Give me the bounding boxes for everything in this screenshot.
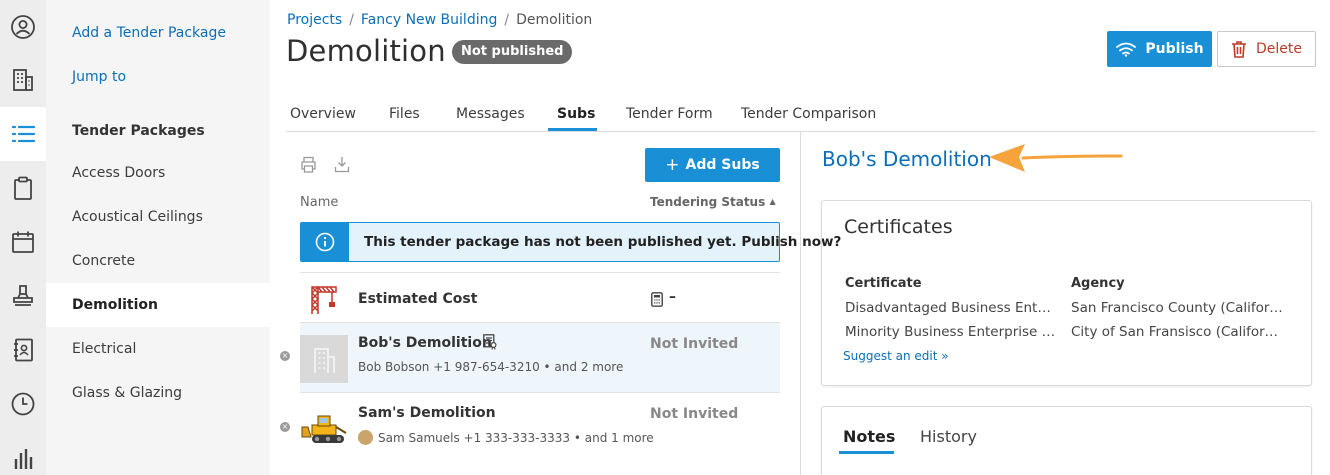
certificate-name: Minority Business Enterprise (MBE) (845, 324, 1059, 340)
sub-contact: Bob Bobson +1 987-654-3210 • and 2 more (358, 360, 624, 374)
print-icon[interactable] (300, 156, 317, 173)
building-icon (314, 348, 335, 373)
info-icon (301, 223, 349, 261)
certificate-agency: San Francisco County (California) (1071, 300, 1285, 316)
user-circle-icon[interactable] (0, 0, 46, 54)
agency-column-header: Agency (1071, 276, 1125, 291)
sidebar-item-access-doors[interactable]: Access Doors (46, 151, 270, 195)
tab-tender-form[interactable]: Tender Form (626, 106, 713, 122)
sub-name[interactable]: Sam's Demolition (358, 405, 496, 421)
trash-icon (1232, 41, 1246, 58)
certificate-column-header: Certificate (845, 276, 922, 291)
estimated-cost-row: Estimated Cost – (300, 272, 780, 322)
breadcrumb-separator: / (504, 12, 510, 28)
page-title: Demolition (286, 34, 446, 68)
tendering-status: Not Invited (650, 336, 739, 352)
estimated-cost-value[interactable]: – (669, 289, 676, 305)
breadcrumb: Projects / Fancy New Building / Demolition (287, 12, 592, 28)
contacts-book-icon[interactable] (0, 323, 46, 377)
tender-packages-header: Tender Packages (72, 123, 205, 139)
breadcrumb-project[interactable]: Fancy New Building (361, 12, 497, 28)
tab-messages[interactable]: Messages (456, 106, 525, 122)
icon-rail (0, 0, 46, 475)
tab-overview[interactable]: Overview (290, 106, 356, 122)
tab-notes[interactable]: Notes (843, 427, 895, 446)
sidebar-item-electrical[interactable]: Electrical (46, 327, 270, 371)
stamp-icon[interactable] (0, 269, 46, 323)
sidebar-item-acoustical-ceilings[interactable]: Acoustical Ceilings (46, 195, 270, 239)
bulldozer-icon (301, 415, 347, 443)
selected-sub-title[interactable]: Bob's Demolition (822, 147, 992, 171)
sidebar-item-concrete[interactable]: Concrete (46, 239, 270, 283)
sub-contact-line: Sam Samuels +1 333-333-3333 • and 1 more (358, 430, 654, 445)
annotation-arrow (989, 144, 1123, 172)
sidebar-item-glass-glazing[interactable]: Glass & Glazing (46, 371, 270, 415)
publish-button[interactable]: Publish (1107, 31, 1212, 67)
download-icon[interactable] (334, 156, 350, 173)
company-placeholder-image (300, 335, 348, 383)
plus-icon: + (665, 155, 680, 175)
tab-bar: Overview Files Messages Subs Tender Form… (286, 98, 1316, 132)
delete-label: Delete (1256, 41, 1302, 57)
panel-divider (800, 132, 801, 475)
tab-subs[interactable]: Subs (557, 106, 595, 122)
list-icon[interactable] (0, 107, 46, 161)
certificate-agency: City of San Fransisco (California) (1071, 324, 1285, 340)
clock-icon[interactable] (0, 377, 46, 431)
calendar-icon[interactable] (0, 215, 46, 269)
sort-ascending-icon: ▲ (769, 197, 776, 206)
tendering-status-label: Tendering Status (650, 195, 766, 209)
remove-sub-button[interactable]: × (280, 422, 290, 432)
tab-files[interactable]: Files (389, 106, 420, 122)
active-tab-indicator (548, 128, 597, 131)
tab-tender-comparison[interactable]: Tender Comparison (741, 106, 876, 122)
notes-history-card: Notes History (821, 406, 1312, 475)
publish-label: Publish (1145, 41, 1204, 57)
certificate-icon (483, 334, 497, 350)
tab-history[interactable]: History (920, 427, 977, 446)
clipboard-icon[interactable] (0, 161, 46, 215)
certificate-name: Disadvantaged Business Enterprise (845, 300, 1059, 316)
alert-text[interactable]: This tender package has not been publish… (364, 234, 841, 250)
breadcrumb-current: Demolition (516, 12, 593, 28)
breadcrumb-separator: / (349, 12, 354, 28)
status-badge: Not published (452, 40, 573, 64)
add-subs-label: Add Subs (685, 157, 760, 173)
remove-sub-button[interactable]: × (280, 351, 290, 361)
tendering-status: Not Invited (650, 406, 739, 422)
sub-row[interactable]: Bob's Demolition Bob Bobson +1 987-654-3… (300, 322, 780, 392)
crane-icon (311, 286, 337, 314)
sidebar-item-demolition[interactable]: Demolition (46, 283, 270, 327)
sub-name[interactable]: Bob's Demolition (358, 335, 492, 351)
tender-sidebar: Add a Tender Package Jump to Tender Pack… (46, 0, 270, 475)
add-tender-package-link[interactable]: Add a Tender Package (72, 25, 226, 41)
breadcrumb-projects[interactable]: Projects (287, 12, 342, 28)
active-tab-indicator (839, 451, 894, 454)
add-subs-button[interactable]: + Add Subs (645, 148, 780, 182)
column-header-name[interactable]: Name (300, 195, 338, 210)
publish-alert-banner[interactable]: This tender package has not been publish… (300, 222, 841, 262)
suggest-edit-link[interactable]: Suggest an edit » (843, 349, 949, 363)
column-header-tendering-status[interactable]: Tendering Status ▲ (650, 195, 776, 209)
jump-to-link[interactable]: Jump to (72, 69, 126, 85)
wifi-icon (1116, 42, 1137, 57)
sub-row[interactable]: Sam's Demolition Sam Samuels +1 333-333-… (300, 392, 780, 462)
avatar (358, 430, 373, 445)
estimated-cost-label: Estimated Cost (358, 291, 478, 307)
certificates-title: Certificates (844, 216, 953, 238)
bar-chart-icon[interactable] (0, 431, 46, 475)
building-icon[interactable] (0, 53, 46, 107)
delete-button[interactable]: Delete (1217, 31, 1316, 67)
sub-contact: Sam Samuels +1 333-333-3333 • and 1 more (378, 431, 654, 445)
calculator-icon[interactable] (651, 292, 663, 307)
certificates-card: Certificates Certificate Agency Disadvan… (821, 200, 1312, 386)
